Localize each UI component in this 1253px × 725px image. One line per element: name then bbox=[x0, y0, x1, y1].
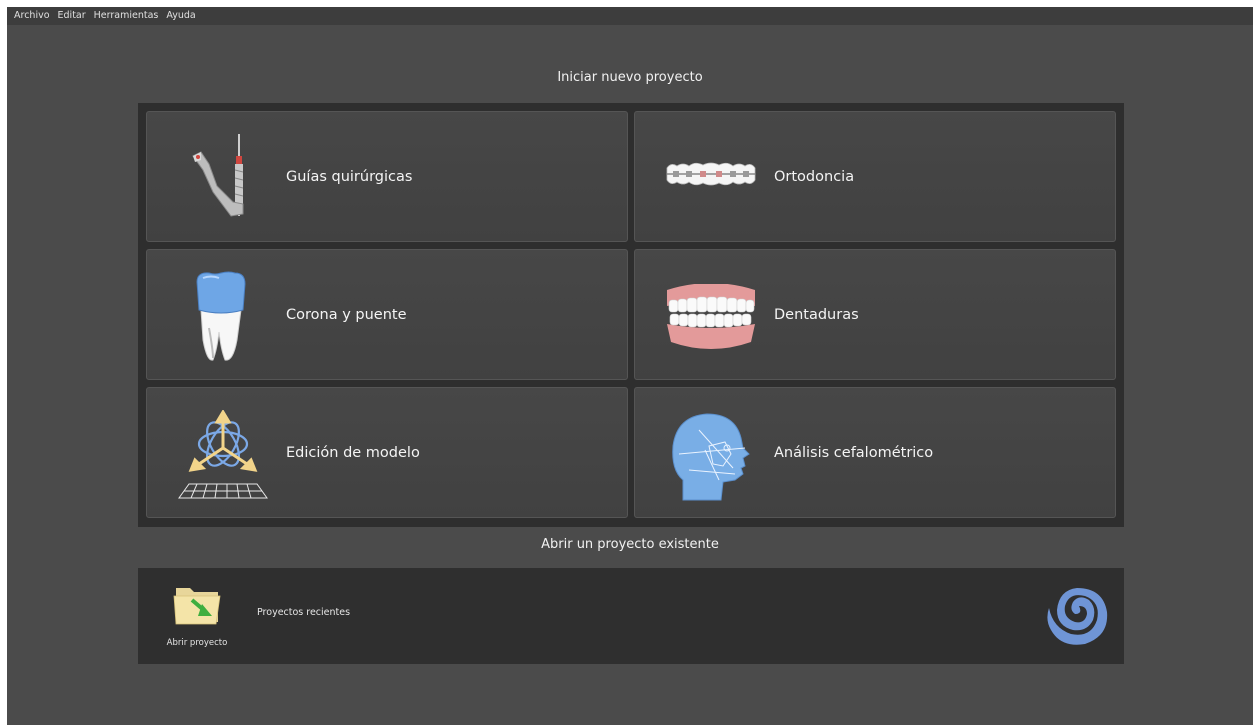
new-project-grid: Guías quirúrgicas Ortodoncia Corona y pu… bbox=[138, 103, 1124, 527]
open-project-button[interactable]: Abrir proyecto bbox=[162, 580, 232, 652]
tile-crown-bridge[interactable]: Corona y puente bbox=[146, 249, 628, 380]
open-project-panel: Abrir proyecto Proyectos recientes bbox=[138, 568, 1124, 664]
menu-archivo[interactable]: Archivo bbox=[7, 7, 54, 25]
recent-projects-label[interactable]: Proyectos recientes bbox=[257, 607, 350, 618]
cephalometric-head-icon bbox=[672, 413, 750, 501]
folder-open-icon bbox=[173, 588, 221, 625]
surgical-guide-icon bbox=[192, 134, 244, 217]
menu-bar: Archivo Editar Herramientas Ayuda bbox=[7, 7, 1253, 25]
tile-label: Dentaduras bbox=[774, 306, 859, 323]
tile-label: Corona y puente bbox=[286, 306, 407, 323]
model-edit-gizmo-icon bbox=[178, 410, 268, 499]
menu-herramientas[interactable]: Herramientas bbox=[90, 7, 163, 25]
menu-ayuda[interactable]: Ayuda bbox=[162, 7, 199, 25]
tile-orthodontics[interactable]: Ortodoncia bbox=[634, 111, 1116, 242]
tile-label: Ortodoncia bbox=[774, 168, 855, 185]
tile-label: Análisis cefalométrico bbox=[774, 444, 934, 461]
braces-icon bbox=[666, 162, 756, 186]
swirl-logo bbox=[1047, 588, 1108, 645]
tile-dentures[interactable]: Dentaduras bbox=[634, 249, 1116, 380]
menu-editar[interactable]: Editar bbox=[54, 7, 90, 25]
tile-surgical-guides[interactable]: Guías quirúrgicas bbox=[146, 111, 628, 242]
dentures-icon bbox=[667, 284, 755, 349]
tile-model-editing[interactable]: Edición de modelo bbox=[146, 387, 628, 518]
tooth-crown-icon bbox=[196, 271, 246, 361]
open-project-label: Abrir proyecto bbox=[166, 638, 228, 648]
tile-cephalometric-analysis[interactable]: Análisis cefalométrico bbox=[634, 387, 1116, 518]
open-existing-heading: Abrir un proyecto existente bbox=[541, 537, 719, 552]
tile-label: Edición de modelo bbox=[286, 444, 420, 461]
app-window: Archivo Editar Herramientas Ayuda Inicia… bbox=[7, 7, 1253, 725]
new-project-heading: Iniciar nuevo proyecto bbox=[557, 70, 703, 85]
tile-label: Guías quirúrgicas bbox=[286, 168, 413, 185]
